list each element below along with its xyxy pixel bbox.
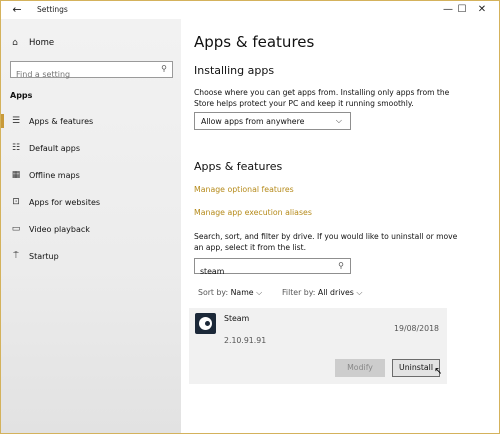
sidebar-item-startup[interactable]: ⍑ Startup (1, 245, 179, 267)
main-content: Apps & features Installing apps Choose w… (181, 19, 499, 433)
app-install-date: 19/08/2018 (394, 324, 439, 333)
home-label: Home (29, 38, 55, 48)
search-icon[interactable]: ⚲ (161, 64, 167, 73)
sidebar-item-label: Startup (29, 251, 59, 261)
apps-features-heading: Apps & features (194, 160, 283, 173)
manage-optional-features-link[interactable]: Manage optional features (194, 185, 294, 194)
web-apps-icon: ⊡ (12, 197, 20, 207)
sidebar-item-label: Video playback (29, 224, 90, 234)
installing-apps-description: Choose where you can get apps from. Inst… (194, 88, 450, 108)
sort-value: Name (230, 288, 254, 297)
sidebar-item-label: Apps for websites (29, 197, 101, 207)
sidebar-item-default-apps[interactable]: ☷ Default apps (1, 137, 179, 159)
home-icon: ⌂ (12, 38, 18, 48)
settings-window: ← Settings — ☐ ✕ ⌂ Home ⚲ Apps ☰ Apps & … (0, 0, 500, 434)
steam-logo-icon (195, 313, 216, 334)
sort-filter-bar: Sort by: Name ⌵ Filter by: All drives ⌵ (198, 288, 362, 298)
sidebar: ⌂ Home ⚲ Apps ☰ Apps & features ☷ Defaul… (1, 19, 181, 433)
sidebar-section-label: Apps (10, 91, 33, 100)
find-setting-input[interactable] (11, 67, 151, 82)
chevron-down-icon: ⌵ (256, 288, 262, 297)
chevron-down-icon: ⌵ (335, 116, 342, 125)
sidebar-item-apps-features[interactable]: ☰ Apps & features (1, 110, 179, 132)
filter-dropdown[interactable]: Filter by: All drives ⌵ (282, 288, 362, 298)
title-bar: ← Settings — ☐ ✕ (1, 1, 499, 19)
app-source-value: Allow apps from anywhere (201, 116, 305, 126)
apps-search-description: Search, sort, and filter by drive. If yo… (194, 232, 458, 252)
sort-label: Sort by: (198, 288, 229, 297)
app-source-dropdown[interactable]: Allow apps from anywhere ⌵ (194, 112, 351, 130)
page-title: Apps & features (194, 33, 315, 51)
installing-apps-heading: Installing apps (194, 64, 275, 77)
sidebar-item-apps-for-websites[interactable]: ⊡ Apps for websites (1, 191, 179, 213)
chevron-down-icon: ⌵ (356, 288, 363, 297)
sidebar-item-offline-maps[interactable]: ▦ Offline maps (1, 164, 179, 186)
mouse-cursor-icon: ↖ (434, 366, 443, 377)
close-button[interactable]: ✕ (465, 1, 499, 19)
default-apps-icon: ☷ (11, 143, 21, 153)
modify-button[interactable]: Modify (335, 359, 385, 377)
sidebar-item-label: Offline maps (29, 170, 80, 180)
video-icon: ▭ (11, 224, 21, 234)
app-search-box[interactable]: ⚲ (194, 258, 351, 279)
find-setting-search[interactable]: ⚲ (10, 61, 173, 82)
home-nav-item[interactable]: ⌂ Home (9, 38, 54, 48)
list-icon: ☰ (11, 116, 21, 126)
manage-execution-aliases-link[interactable]: Manage app execution aliases (194, 208, 312, 217)
app-search-input[interactable] (195, 264, 325, 279)
sidebar-item-label: Default apps (29, 143, 80, 153)
app-list-item-steam[interactable]: Steam 19/08/2018 2.10.91.91 Modify Unins… (189, 308, 447, 384)
app-version: 2.10.91.91 (224, 336, 267, 345)
uninstall-button[interactable]: Uninstall (392, 359, 440, 377)
sort-dropdown[interactable]: Sort by: Name ⌵ (198, 288, 262, 298)
filter-value: All drives (317, 288, 354, 297)
window-title: Settings (37, 5, 68, 14)
filter-label: Filter by: (282, 288, 316, 297)
back-arrow-icon[interactable]: ← (9, 3, 25, 17)
map-icon: ▦ (11, 170, 21, 180)
startup-icon: ⍑ (13, 251, 19, 261)
sidebar-item-label: Apps & features (29, 116, 94, 126)
sidebar-item-video-playback[interactable]: ▭ Video playback (1, 218, 179, 240)
search-icon[interactable]: ⚲ (338, 261, 344, 270)
app-name: Steam (224, 314, 250, 323)
